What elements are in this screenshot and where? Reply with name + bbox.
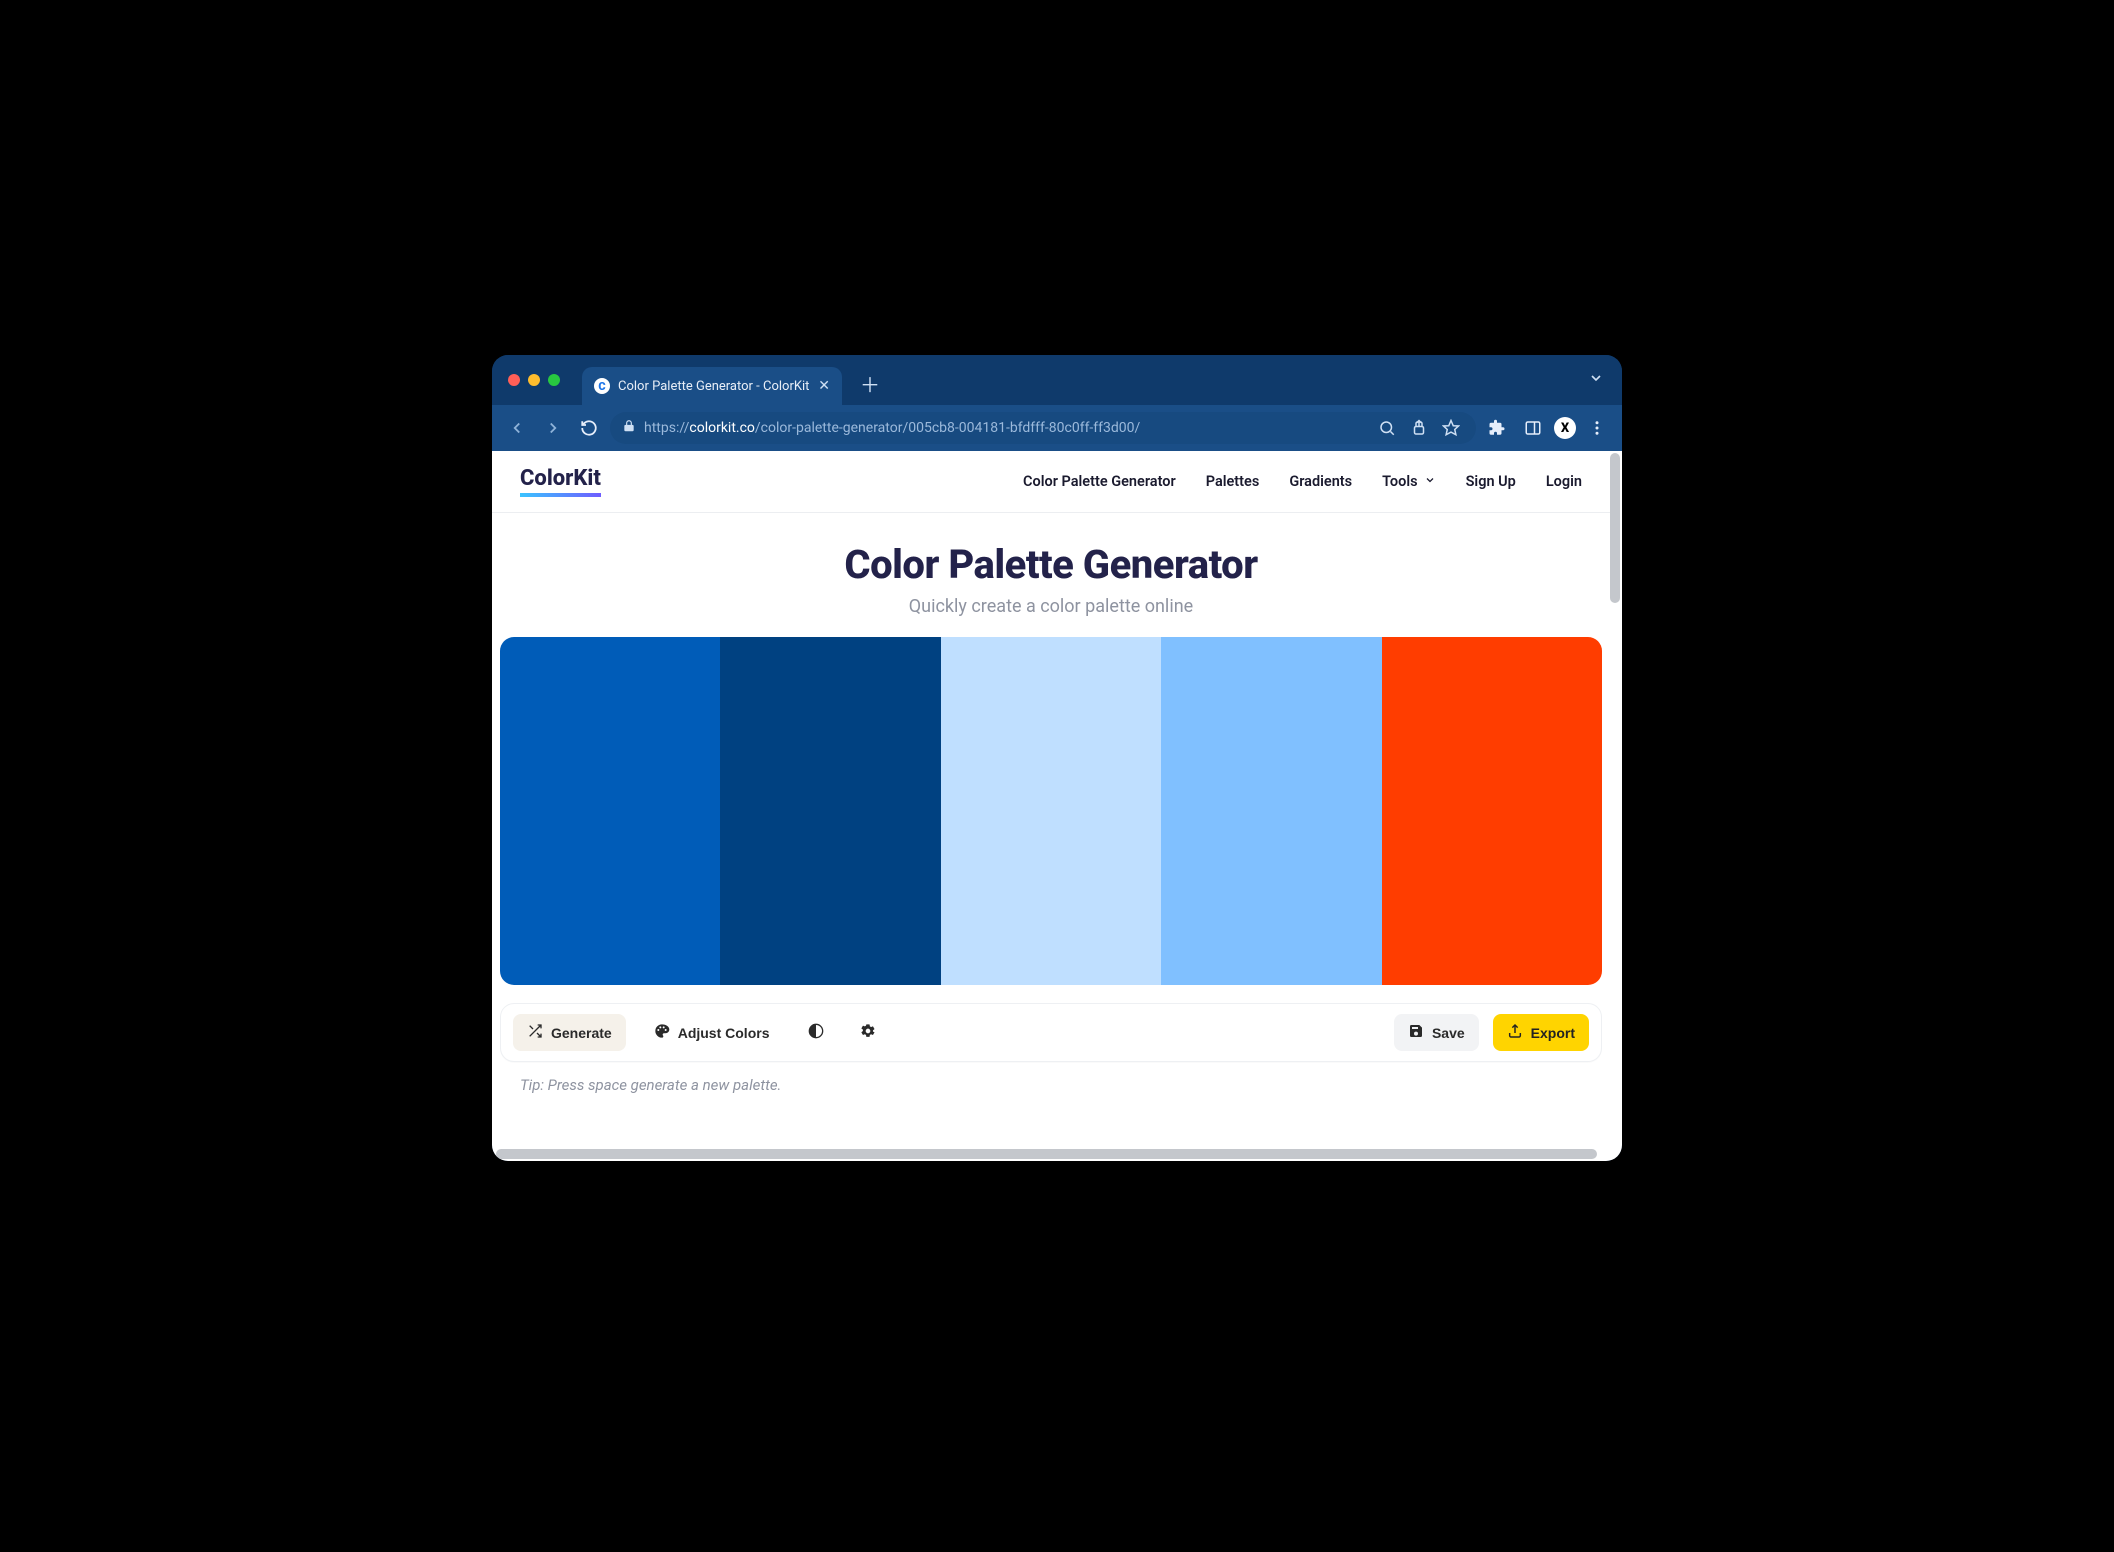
- tip-text: Tip: Press space generate a new palette.: [520, 1076, 1588, 1094]
- swatch-4[interactable]: [1161, 637, 1381, 985]
- nav-tools-label: Tools: [1382, 473, 1417, 490]
- vertical-scrollbar[interactable]: [1610, 453, 1620, 1159]
- scrollbar-thumb[interactable]: [1610, 453, 1620, 603]
- address-bar[interactable]: https://colorkit.co/color-palette-genera…: [610, 412, 1476, 444]
- tab-close-icon[interactable]: ✕: [818, 378, 830, 394]
- sidepanel-icon[interactable]: [1518, 413, 1548, 443]
- export-label: Export: [1531, 1025, 1575, 1041]
- generate-button[interactable]: Generate: [513, 1014, 626, 1051]
- share-icon[interactable]: [1406, 413, 1432, 443]
- swatch-5[interactable]: [1382, 637, 1602, 985]
- generate-label: Generate: [551, 1025, 612, 1041]
- site-logo[interactable]: ColorKit: [520, 466, 601, 497]
- swatch-1[interactable]: [500, 637, 720, 985]
- window-close-button[interactable]: [508, 374, 520, 386]
- nav-gradients[interactable]: Gradients: [1289, 473, 1352, 490]
- extensions-icon[interactable]: [1482, 413, 1512, 443]
- gear-icon: [860, 1023, 876, 1042]
- profile-avatar[interactable]: X: [1554, 417, 1576, 439]
- titlebar: C Color Palette Generator - ColorKit ✕ ＋: [492, 355, 1622, 405]
- export-icon: [1507, 1023, 1523, 1042]
- shuffle-icon: [527, 1023, 543, 1042]
- horizontal-scrollbar[interactable]: [496, 1149, 1608, 1159]
- page-content: ColorKit Color Palette Generator Palette…: [492, 451, 1610, 1149]
- scrollbar-thumb[interactable]: [496, 1149, 1597, 1159]
- forward-button[interactable]: [538, 413, 568, 443]
- browser-toolbar: https://colorkit.co/color-palette-genera…: [492, 405, 1622, 451]
- viewport: ColorKit Color Palette Generator Palette…: [492, 451, 1622, 1161]
- save-label: Save: [1432, 1025, 1465, 1041]
- contrast-icon: [808, 1023, 824, 1042]
- back-button[interactable]: [502, 413, 532, 443]
- tabs-menu-icon[interactable]: [1588, 370, 1604, 390]
- adjust-label: Adjust Colors: [678, 1025, 770, 1041]
- window-traffic-lights: [508, 374, 560, 386]
- site-header: ColorKit Color Palette Generator Palette…: [492, 451, 1610, 513]
- reload-button[interactable]: [574, 413, 604, 443]
- adjust-colors-button[interactable]: Adjust Colors: [640, 1014, 784, 1051]
- export-button[interactable]: Export: [1493, 1014, 1589, 1051]
- save-icon: [1408, 1023, 1424, 1042]
- window-minimize-button[interactable]: [528, 374, 540, 386]
- tab-favicon-icon: C: [594, 378, 610, 394]
- bookmark-star-icon[interactable]: [1438, 413, 1464, 443]
- nav-signup[interactable]: Sign Up: [1466, 473, 1516, 490]
- url-text: https://colorkit.co/color-palette-genera…: [644, 420, 1366, 436]
- settings-button[interactable]: [849, 1014, 887, 1051]
- nav-login[interactable]: Login: [1546, 473, 1582, 490]
- chevron-down-icon: [1424, 473, 1436, 490]
- new-tab-button[interactable]: ＋: [860, 369, 880, 398]
- palette: [500, 637, 1602, 985]
- site-nav: Color Palette Generator Palettes Gradien…: [1023, 473, 1582, 490]
- zoom-icon[interactable]: [1374, 413, 1400, 443]
- swatch-2[interactable]: [720, 637, 940, 985]
- page-subtitle: Quickly create a color palette online: [492, 596, 1610, 617]
- palette-icon: [654, 1023, 670, 1042]
- window-fullscreen-button[interactable]: [548, 374, 560, 386]
- contrast-button[interactable]: [797, 1014, 835, 1051]
- tab-title: Color Palette Generator - ColorKit: [618, 379, 810, 394]
- browser-menu-icon[interactable]: [1582, 413, 1612, 443]
- browser-tab[interactable]: C Color Palette Generator - ColorKit ✕: [582, 367, 842, 405]
- nav-generator[interactable]: Color Palette Generator: [1023, 473, 1176, 490]
- nav-tools[interactable]: Tools: [1382, 473, 1435, 490]
- hero: Color Palette Generator Quickly create a…: [492, 513, 1610, 631]
- browser-window: C Color Palette Generator - ColorKit ✕ ＋: [492, 355, 1622, 1161]
- save-button[interactable]: Save: [1394, 1014, 1479, 1051]
- swatch-3[interactable]: [941, 637, 1161, 985]
- controls-bar: Generate Adjust Colors: [500, 1003, 1602, 1062]
- nav-palettes[interactable]: Palettes: [1206, 473, 1260, 490]
- page-title: Color Palette Generator: [492, 541, 1610, 588]
- lock-icon: [622, 419, 636, 437]
